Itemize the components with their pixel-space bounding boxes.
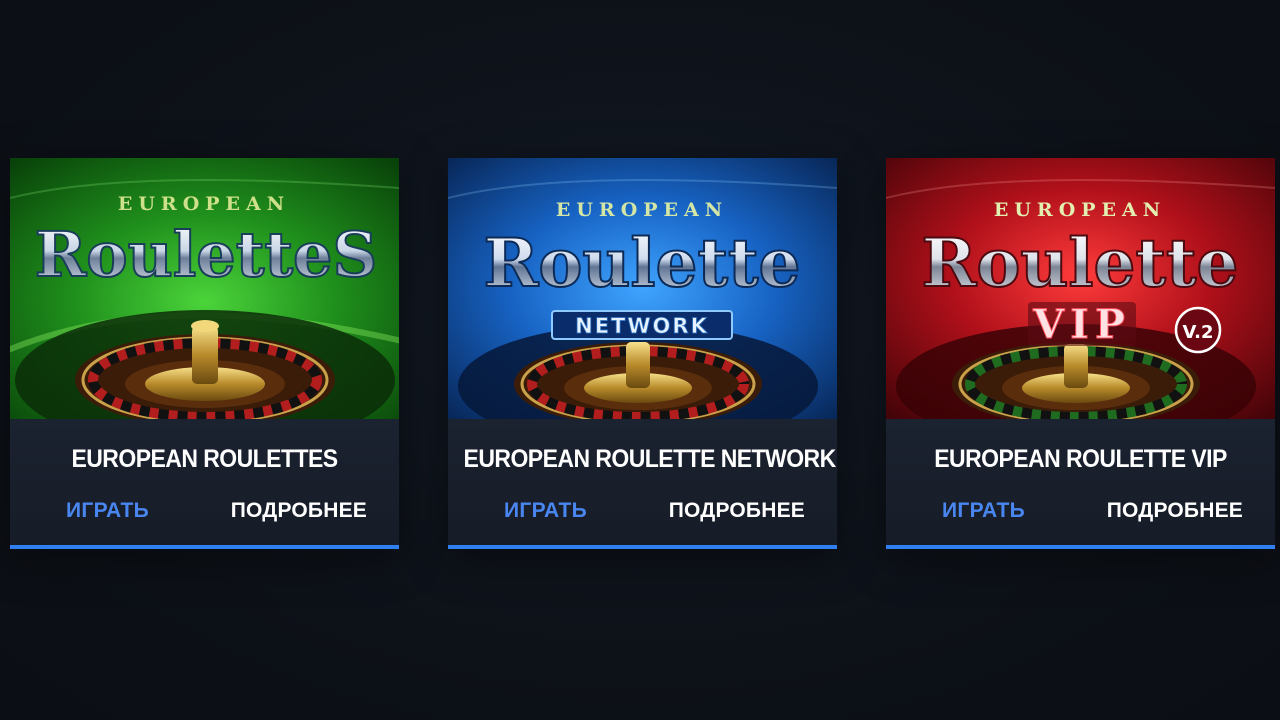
game-thumbnail[interactable]: EUROPEAN Roulette NETWORK [448,158,837,419]
details-button[interactable]: ПОДРОБНЕЕ [1107,499,1243,523]
game-actions: ИГРАТЬ ПОДРОБНЕЕ [886,499,1275,527]
game-info: EUROPEAN ROULETTES ИГРАТЬ ПОДРОБНЕЕ [10,419,399,549]
game-thumbnail[interactable]: EUROPEAN Roulette VIP V.2 [886,158,1275,419]
play-button[interactable]: ИГРАТЬ [504,499,587,523]
game-card-european-roulettes: EUROPEAN RouletteS EUROPEAN ROULETTES ИГ… [10,158,399,549]
logo-sub-text: NETWORK [575,314,709,338]
play-button[interactable]: ИГРАТЬ [942,499,1025,523]
game-card-european-roulette-vip: EUROPEAN Roulette VIP V.2 EUROPEAN ROULE… [886,158,1275,549]
game-artwork: EUROPEAN Roulette VIP V.2 [886,158,1275,419]
game-grid: EUROPEAN RouletteS EUROPEAN ROULETTES ИГ… [0,0,1280,720]
game-actions: ИГРАТЬ ПОДРОБНЕЕ [448,499,837,527]
logo-top-text: EUROPEAN [118,193,290,215]
game-actions: ИГРАТЬ ПОДРОБНЕЕ [10,499,399,527]
logo-top-text: EUROPEAN [994,199,1166,221]
logo-main-text: RouletteS [35,218,377,291]
version-badge: V.2 [1183,322,1214,343]
game-info: EUROPEAN ROULETTE VIP ИГРАТЬ ПОДРОБНЕЕ [886,419,1275,549]
game-title: EUROPEAN ROULETTE VIP [934,445,1227,473]
game-title: EUROPEAN ROULETTES [71,445,338,473]
logo-main-text: Roulette [922,224,1239,302]
play-button[interactable]: ИГРАТЬ [66,499,149,523]
details-button[interactable]: ПОДРОБНЕЕ [669,499,805,523]
game-artwork: EUROPEAN RouletteS [10,158,399,419]
game-artwork: EUROPEAN Roulette NETWORK [448,158,837,419]
logo-sub-text: VIP [1032,301,1131,348]
game-card-european-roulette-network: EUROPEAN Roulette NETWORK EUROPEAN ROULE… [448,158,837,549]
game-title: EUROPEAN ROULETTE NETWORK [463,445,837,473]
logo-main-text: Roulette [484,224,801,302]
logo-top-text: EUROPEAN [556,199,728,221]
details-button[interactable]: ПОДРОБНЕЕ [231,499,367,523]
game-info: EUROPEAN ROULETTE NETWORK ИГРАТЬ ПОДРОБН… [448,419,837,549]
game-thumbnail[interactable]: EUROPEAN RouletteS [10,158,399,419]
